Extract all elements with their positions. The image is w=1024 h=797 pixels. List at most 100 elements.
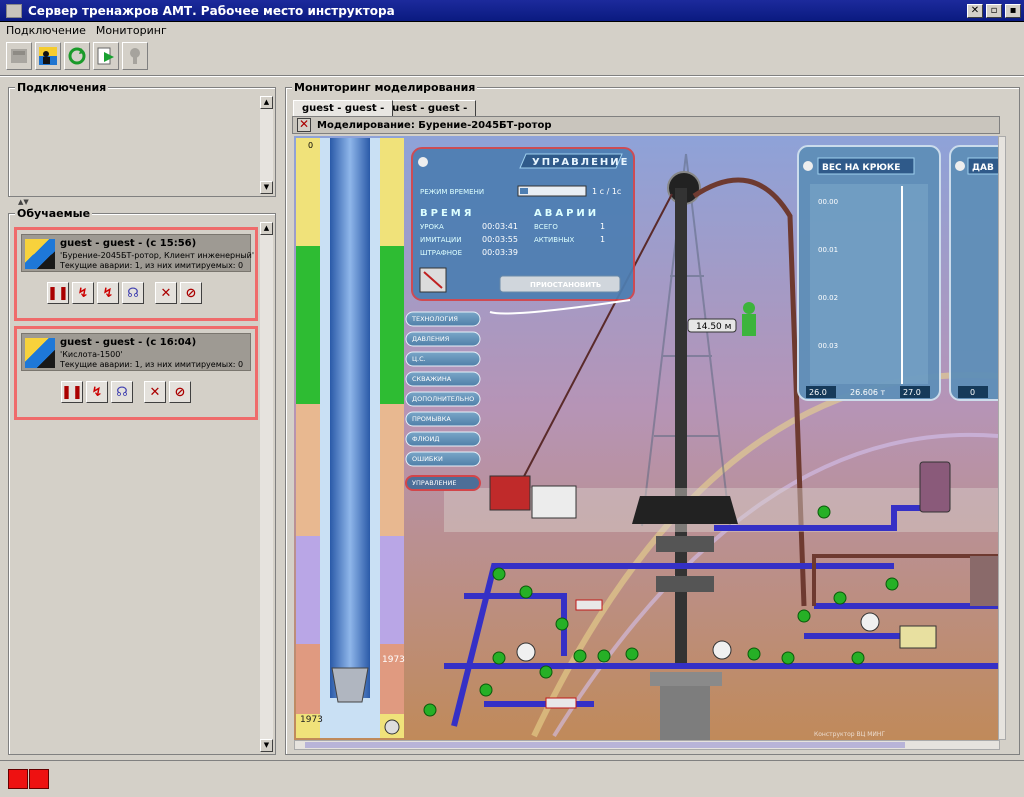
scroll-up-icon[interactable]: ▲ bbox=[260, 96, 273, 109]
menu-flushing-label: ПРОМЫВКА bbox=[412, 415, 451, 423]
stratum-violet bbox=[380, 536, 404, 644]
minimize-icon[interactable]: ▪ bbox=[1005, 3, 1021, 18]
bop-upper bbox=[656, 536, 714, 552]
remove-accident-button[interactable]: ↯ bbox=[97, 282, 119, 304]
menubar: Подключение Мониторинг bbox=[0, 22, 1024, 39]
zoom-icon[interactable] bbox=[384, 719, 400, 735]
trainee-status: Текущие аварии: 1, из них имитируемых: 0 bbox=[60, 360, 244, 369]
window-titlebar: Сервер тренажров АМТ. Рабочее место инст… bbox=[0, 0, 1024, 22]
scroll-up-icon[interactable]: ▲ bbox=[260, 222, 273, 235]
cross-icon: ✕ bbox=[149, 384, 161, 400]
accident-button[interactable]: ↯ bbox=[72, 282, 94, 304]
balloon-icon: ☊ bbox=[127, 285, 139, 301]
play-button[interactable] bbox=[93, 42, 119, 70]
depth-value: 14.50 м bbox=[696, 322, 731, 332]
stratum-green bbox=[296, 246, 320, 404]
disconnect-button[interactable]: ✕ bbox=[155, 282, 177, 304]
avatar bbox=[25, 338, 55, 368]
avatar bbox=[25, 239, 55, 269]
trainees-title: Обучаемые bbox=[15, 207, 93, 220]
hook-tick-1: 00.01 bbox=[818, 246, 838, 254]
scroll-down-icon[interactable]: ▼ bbox=[260, 181, 273, 194]
menu-additional-label: ДОПОЛНИТЕЛЬНО bbox=[412, 395, 474, 403]
users-connect-icon bbox=[39, 47, 57, 65]
trainee-task: 'Кислота-1500' bbox=[60, 350, 123, 359]
pause-button[interactable]: ❚❚ bbox=[61, 381, 83, 403]
balloon-icon: ☊ bbox=[116, 384, 128, 400]
rotary-table bbox=[632, 496, 738, 524]
stratum-clay bbox=[380, 404, 404, 536]
hscroll-thumb[interactable] bbox=[305, 742, 905, 748]
simulation-vscrollbar[interactable] bbox=[998, 136, 1006, 740]
kelly bbox=[675, 188, 687, 668]
splitter-arrows[interactable]: ▲▼ bbox=[18, 198, 29, 206]
conductor bbox=[660, 686, 710, 740]
hook-load-max: 27.0 bbox=[903, 388, 921, 397]
close-simulation-icon[interactable]: ✕ bbox=[297, 118, 311, 132]
stop-icon: ⊘ bbox=[174, 384, 186, 400]
stratum-sand bbox=[380, 138, 404, 246]
pause-simulation-label: ПРИОСТАНОВИТЬ bbox=[530, 281, 601, 289]
connections-panel: Подключения ▲ ▼ bbox=[8, 81, 276, 197]
app-icon bbox=[6, 3, 22, 18]
accident-button[interactable]: ↯ bbox=[86, 381, 108, 403]
bop-lower bbox=[656, 576, 714, 592]
time-mode-slider[interactable] bbox=[517, 185, 587, 197]
menu-technology-label: ТЕХНОЛОГИЯ bbox=[411, 315, 458, 323]
stratum-violet bbox=[296, 536, 320, 644]
sound-button[interactable]: ☊ bbox=[122, 282, 144, 304]
hook-load-min: 26.0 bbox=[809, 388, 827, 397]
person-button[interactable] bbox=[122, 42, 148, 70]
restore-icon[interactable]: ▫ bbox=[986, 3, 1002, 18]
trainee-name: guest - guest - (с 16:04) bbox=[60, 337, 197, 348]
tab-guest-1[interactable]: guest - guest - bbox=[293, 100, 394, 116]
trainee-card[interactable]: guest - guest - (с 16:04) 'Кислота-1500'… bbox=[14, 326, 258, 420]
time-title: ВРЕМЯ bbox=[420, 208, 474, 219]
lightning-cross-icon: ↯ bbox=[102, 285, 114, 301]
drill-string bbox=[330, 138, 370, 698]
refresh-button[interactable] bbox=[64, 42, 90, 70]
monitoring-title: Мониторинг моделирования bbox=[292, 81, 478, 94]
pause-icon: ❚❚ bbox=[61, 384, 83, 400]
cross-icon: ✕ bbox=[160, 285, 172, 301]
pump-unit bbox=[970, 556, 998, 606]
server-button[interactable] bbox=[6, 42, 32, 70]
stop-icon: ⊘ bbox=[185, 285, 197, 301]
simulation-header: ✕ Моделирование: Бурение-2045БТ-ротор bbox=[292, 116, 1000, 134]
trainee-card[interactable]: guest - guest - (с 15:56) 'Бурение-2045Б… bbox=[14, 227, 258, 321]
simulation-hscrollbar[interactable] bbox=[294, 740, 1000, 750]
stratum-clay bbox=[296, 404, 320, 536]
trainees-scrollbar[interactable]: ▲ ▼ bbox=[260, 222, 273, 752]
copyright: Конструктор ВЦ МИНГ bbox=[814, 731, 885, 738]
play-icon bbox=[97, 47, 114, 65]
menu-monitoring[interactable]: Мониторинг bbox=[96, 24, 167, 37]
connect-users-button[interactable] bbox=[35, 42, 61, 70]
trainee-header: guest - guest - (с 15:56) 'Бурение-2045Б… bbox=[21, 234, 254, 272]
menu-connect[interactable]: Подключение bbox=[6, 24, 86, 37]
active-accidents-value: 1 bbox=[600, 235, 605, 244]
stop-button[interactable]: ⊘ bbox=[169, 381, 191, 403]
connections-scrollbar[interactable]: ▲ ▼ bbox=[260, 96, 273, 194]
stratum-green bbox=[380, 246, 404, 404]
stop-button[interactable]: ⊘ bbox=[180, 282, 202, 304]
window-title: Сервер тренажров АМТ. Рабочее место инст… bbox=[28, 3, 395, 18]
depth-bottom: 1973 bbox=[300, 715, 323, 725]
accidents-title: АВАРИИ bbox=[534, 208, 599, 219]
depth-top: 0 bbox=[308, 141, 313, 150]
time-mode-thumb[interactable] bbox=[520, 188, 528, 194]
trainee-name: guest - guest - (с 15:56) bbox=[60, 238, 197, 249]
trainee-header: guest - guest - (с 16:04) 'Кислота-1500'… bbox=[21, 333, 251, 371]
total-accidents-label: ВСЕГО bbox=[534, 223, 558, 231]
close-icon[interactable]: ✕ bbox=[967, 3, 983, 18]
drawworks-console bbox=[531, 485, 577, 519]
lightning-icon: ↯ bbox=[77, 285, 89, 301]
hook-tick-3: 00.03 bbox=[818, 342, 838, 350]
disconnect-button[interactable]: ✕ bbox=[144, 381, 166, 403]
simulation-title: Моделирование: Бурение-2045БТ-ротор bbox=[317, 119, 552, 131]
pause-button[interactable]: ❚❚ bbox=[47, 282, 69, 304]
imitation-label: ИМИТАЦИИ bbox=[420, 236, 461, 244]
control-title: УПРАВЛЕНИЕ bbox=[532, 157, 629, 168]
sound-button[interactable]: ☊ bbox=[111, 381, 133, 403]
connections-title: Подключения bbox=[15, 81, 109, 94]
scroll-down-icon[interactable]: ▼ bbox=[260, 739, 273, 752]
